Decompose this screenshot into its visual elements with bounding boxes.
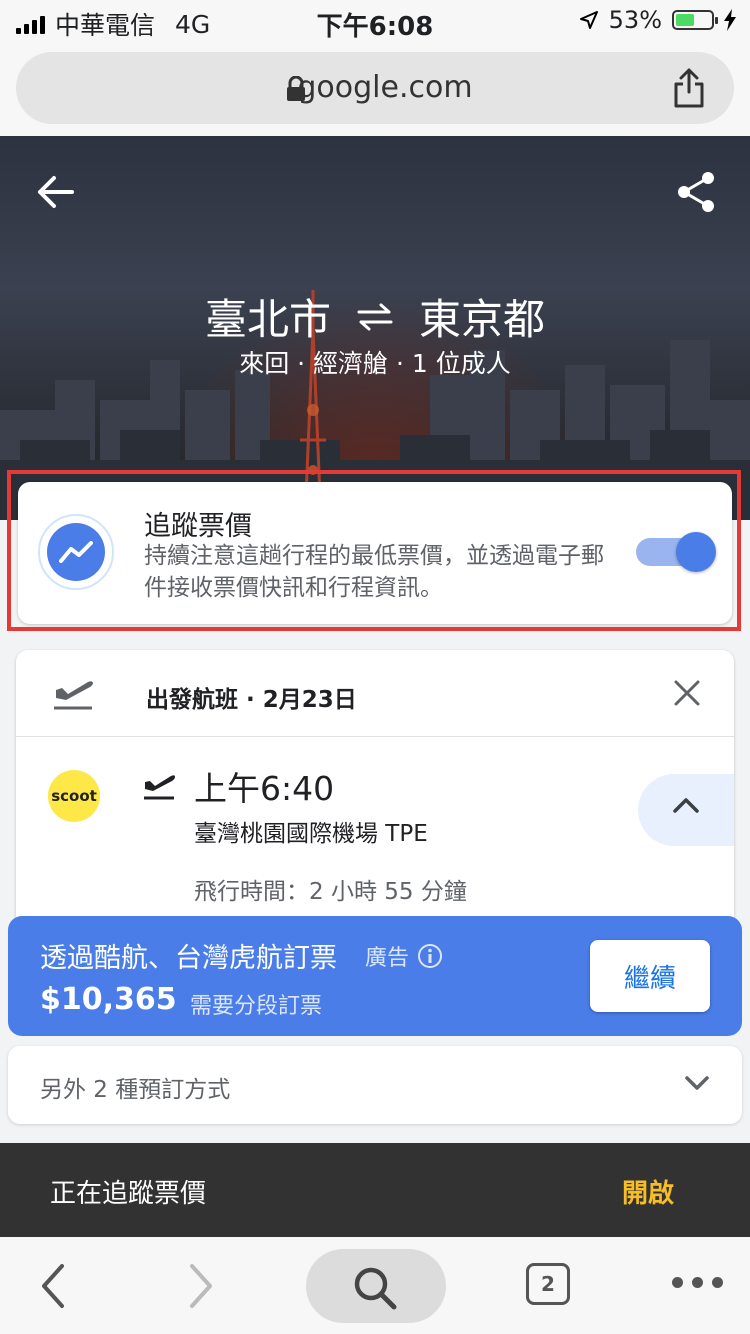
departure-airport: 臺灣桃園國際機場 TPE xyxy=(194,821,428,847)
tabs-button[interactable]: 2 xyxy=(526,1263,570,1305)
snackbar-action-button[interactable]: 開啟 xyxy=(622,1173,674,1210)
other-options-label: 另外 2 種預訂方式 xyxy=(40,1077,231,1103)
departure-time: 上午6:40 xyxy=(194,769,335,808)
destination-city: 東京都 xyxy=(419,295,546,344)
booking-bar: 透過酷航、台灣虎航訂票 廣告 $10,365 需要分段訂票 繼續 xyxy=(8,916,742,1036)
chevron-down-icon xyxy=(685,1076,709,1090)
snackbar-message: 正在追蹤票價 xyxy=(50,1179,207,1209)
battery-fill xyxy=(676,14,695,26)
share-icon[interactable] xyxy=(676,170,716,214)
snackbar: 正在追蹤票價 開啟 xyxy=(0,1143,750,1237)
address-bar[interactable]: google.com xyxy=(16,52,734,124)
search-button[interactable] xyxy=(306,1249,446,1323)
booking-via: 透過酷航、台灣虎航訂票 xyxy=(40,943,337,974)
collapse-button[interactable] xyxy=(638,774,734,846)
ad-label: 廣告 xyxy=(365,940,443,972)
browser-address-area: google.com xyxy=(0,42,750,136)
forward-chevron-icon[interactable] xyxy=(188,1263,214,1309)
hero-banner: 臺北市 東京都 來回 · 經濟艙 · 1 位成人 xyxy=(0,136,750,520)
url-text: google.com xyxy=(297,70,473,105)
flight-card: 出發航班 · 2月23日 scoot 上午6:40 臺灣桃園國際機場 TPE 飛… xyxy=(16,650,734,950)
location-arrow-icon xyxy=(579,11,598,29)
battery-percent: 53% xyxy=(608,6,662,34)
browser-toolbar: 2 xyxy=(0,1237,750,1334)
other-booking-options[interactable]: 另外 2 種預訂方式 xyxy=(8,1046,742,1124)
highlight-frame xyxy=(7,470,741,631)
search-icon xyxy=(354,1267,397,1310)
trip-details: 來回 · 經濟艙 · 1 位成人 xyxy=(239,349,511,378)
flight-header-label: 出發航班 · 2月23日 xyxy=(146,687,357,713)
share-icon[interactable] xyxy=(672,68,706,108)
battery-icon xyxy=(672,10,718,30)
takeoff-icon xyxy=(144,775,175,800)
booking-note: 需要分段訂票 xyxy=(190,994,323,1019)
departure-icon xyxy=(54,681,93,710)
more-menu-icon[interactable] xyxy=(672,1277,723,1288)
route-title: 臺北市 東京都 xyxy=(0,286,750,347)
status-bar: 中華電信 4G 下午6:08 53% xyxy=(0,0,750,42)
airline-logo: scoot xyxy=(48,770,100,822)
chevron-up-icon xyxy=(673,798,699,813)
info-icon[interactable] xyxy=(417,943,443,969)
flight-duration: 飛行時間：2 小時 55 分鐘 xyxy=(194,879,467,905)
booking-price: $10,365 xyxy=(40,982,177,1017)
status-right: 53% xyxy=(579,6,736,34)
ad-text: 廣告 xyxy=(365,946,410,971)
back-chevron-icon[interactable] xyxy=(40,1263,66,1309)
flight-header: 出發航班 · 2月23日 xyxy=(16,650,734,737)
origin-city: 臺北市 xyxy=(204,295,331,344)
continue-button[interactable]: 繼續 xyxy=(590,940,710,1012)
swap-arrows-icon[interactable] xyxy=(355,302,395,332)
charging-bolt-icon xyxy=(724,9,736,31)
close-icon[interactable] xyxy=(674,680,700,706)
back-arrow-icon[interactable] xyxy=(36,174,76,210)
